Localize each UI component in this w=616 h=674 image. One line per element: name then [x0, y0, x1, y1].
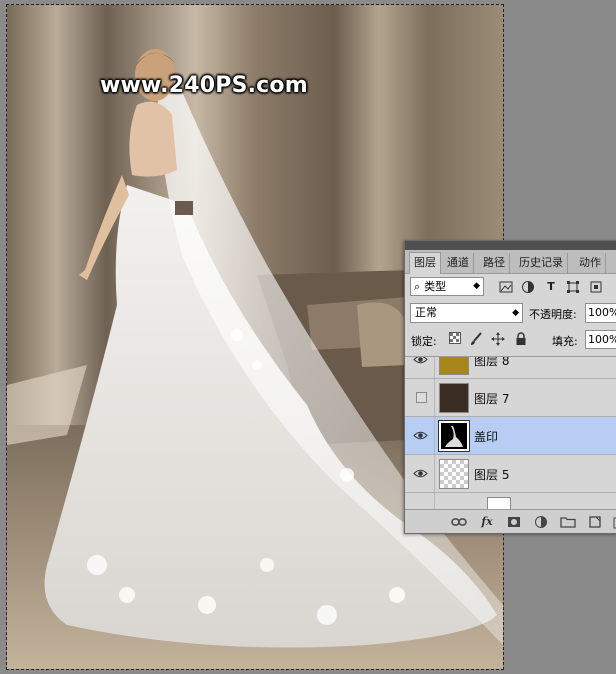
layer-row-selected[interactable]: 盖印 [405, 417, 616, 455]
adjustment-layer-icon[interactable] [533, 514, 549, 530]
lock-position-move-icon[interactable] [491, 332, 505, 346]
layer-thumbnail [439, 357, 469, 375]
add-mask-icon[interactable] [506, 514, 522, 530]
column-separator [434, 357, 435, 378]
shape-filter-icon[interactable] [566, 280, 580, 294]
layers-list: 图层 8 图层 7 盖印 图层 5 [405, 356, 616, 510]
layer-name[interactable]: 图层 8 [474, 357, 509, 369]
visibility-toggle-off[interactable] [416, 392, 427, 403]
tab-channels[interactable]: 通道 [443, 253, 474, 273]
column-separator [434, 493, 435, 510]
new-layer-icon[interactable] [587, 514, 603, 530]
layer-row[interactable]: 图层 8 [405, 356, 616, 379]
lock-pixels-brush-icon[interactable] [469, 332, 483, 346]
pixel-filter-icon[interactable] [499, 280, 513, 294]
smart-object-filter-icon[interactable] [589, 280, 603, 294]
chevron-updown-icon: ◆ [512, 308, 519, 318]
layer-name[interactable]: 盖印 [474, 428, 498, 445]
search-icon: ⌕ [414, 280, 421, 293]
layer-name[interactable]: 图层 5 [474, 466, 509, 483]
fill-label: 填充: [552, 335, 578, 348]
adjustment-filter-icon[interactable] [521, 280, 535, 294]
layer-filter-select[interactable]: ⌕ 类型 ◆ [410, 277, 484, 296]
eye-icon[interactable] [413, 356, 428, 367]
panel-tabs: 图层 通道 路径 历史记录 动作 [405, 250, 616, 274]
tab-actions[interactable]: 动作 [575, 253, 606, 273]
lock-transparent-icon[interactable] [448, 332, 462, 346]
layer-row[interactable]: 图层 7 [405, 379, 616, 417]
blend-mode-value: 正常 [415, 306, 437, 319]
chevron-updown-icon: ◆ [473, 281, 480, 291]
layer-name[interactable]: 图层 7 [474, 390, 509, 407]
layer-filter-row: ⌕ 类型 ◆ T [405, 274, 616, 300]
blend-row: 正常 ◆ 不透明度: 100% [405, 301, 616, 325]
opacity-input[interactable]: 100% [585, 303, 616, 323]
layer-thumbnail-transparent [439, 459, 469, 489]
eye-icon[interactable] [413, 466, 428, 481]
filter-label: 类型 [424, 280, 447, 293]
folder-icon[interactable] [560, 514, 576, 530]
layers-bottom-toolbar: fx [405, 509, 616, 533]
tab-history[interactable]: 历史记录 [515, 253, 568, 273]
opacity-label: 不透明度: [529, 308, 577, 321]
layers-panel: 图层 通道 路径 历史记录 动作 ⌕类型 ◆ T 正常 ◆ 不透明度: 100% [404, 240, 616, 534]
lock-all-icon[interactable] [514, 332, 528, 346]
layer-thumbnail [438, 420, 470, 452]
column-separator [434, 379, 435, 416]
fill-input[interactable]: 100% [585, 330, 616, 349]
link-layers-icon[interactable] [451, 514, 467, 530]
watermark-text: www.240PS.com [100, 73, 308, 98]
tab-paths[interactable]: 路径 [479, 253, 510, 273]
tab-layers[interactable]: 图层 [409, 252, 441, 274]
layer-row[interactable]: 图层 5 [405, 455, 616, 493]
column-separator [434, 417, 435, 454]
lock-label: 锁定: [411, 335, 437, 348]
blend-mode-select[interactable]: 正常 ◆ [410, 303, 523, 323]
eye-icon[interactable] [413, 428, 428, 443]
layer-thumbnail [439, 383, 469, 413]
panel-title-bar[interactable] [405, 241, 616, 250]
delete-layer-icon[interactable] [609, 514, 616, 530]
lock-row: 锁定: 填充: 100% [405, 329, 616, 351]
layer-row[interactable] [405, 493, 616, 510]
type-filter-icon[interactable]: T [544, 280, 558, 294]
fx-icon[interactable]: fx [479, 514, 495, 530]
column-separator [434, 455, 435, 492]
